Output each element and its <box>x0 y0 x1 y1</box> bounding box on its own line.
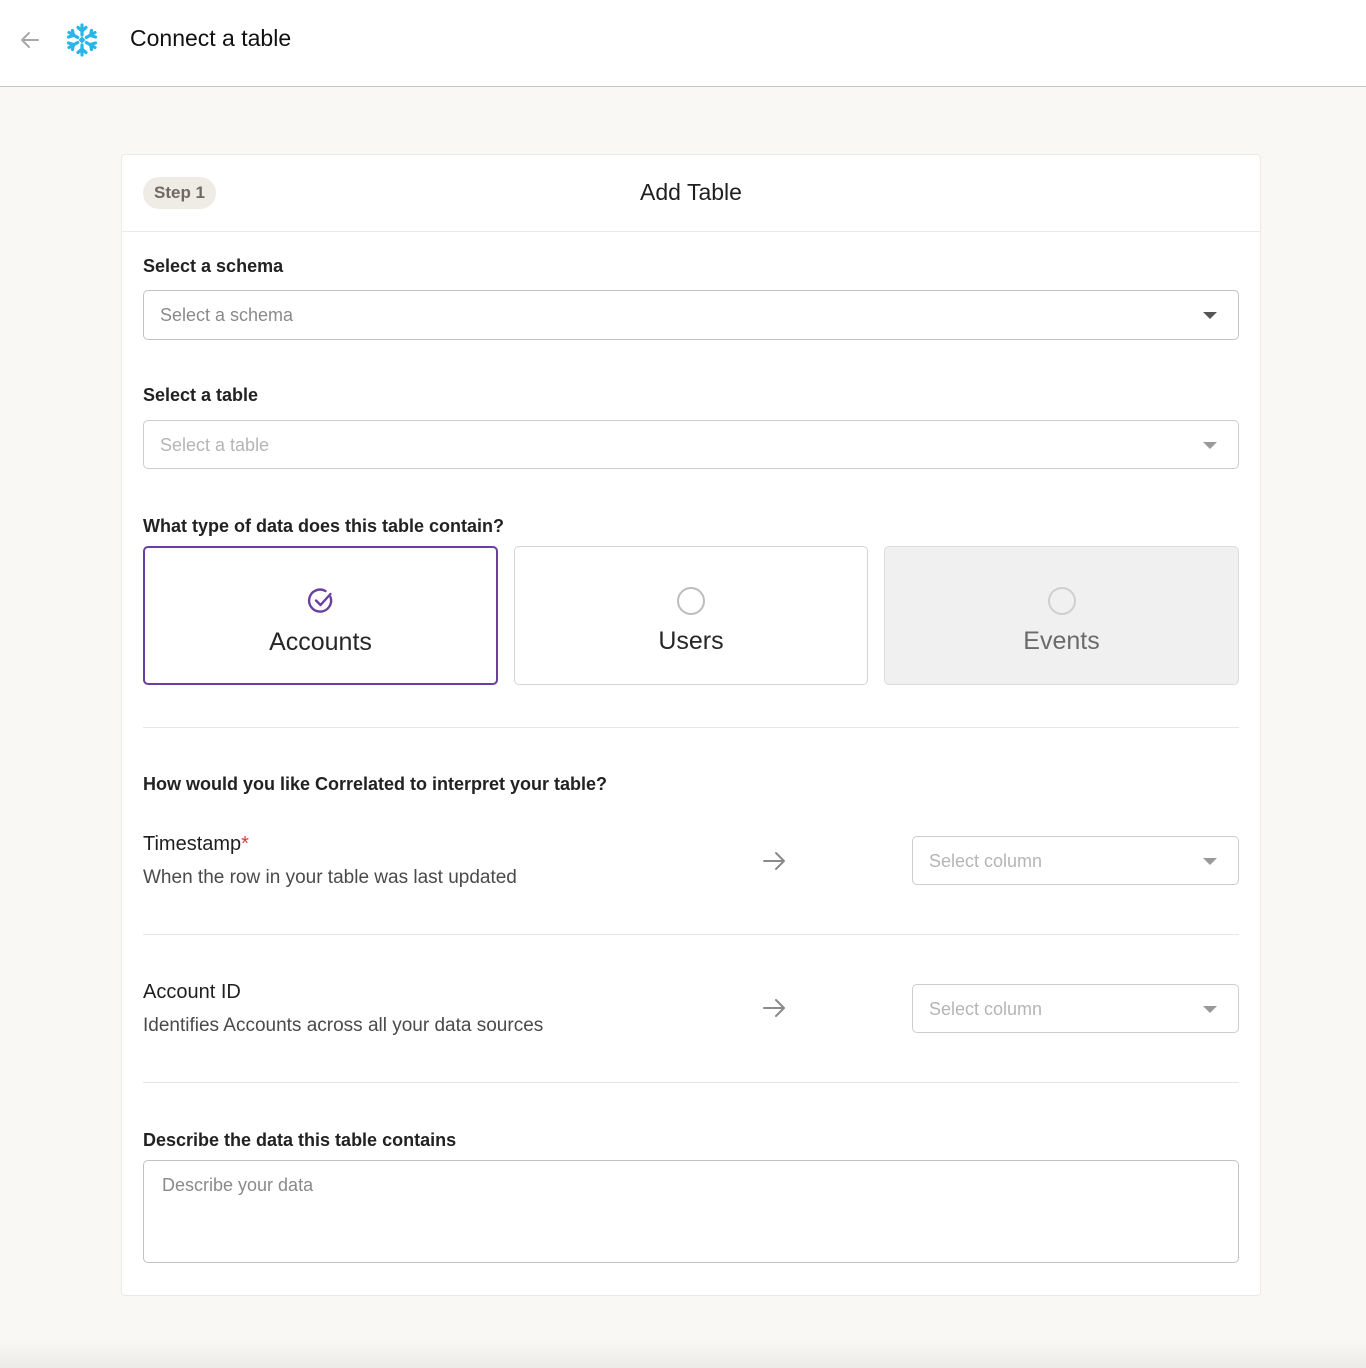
snowflake-icon <box>66 23 98 57</box>
account-id-title: Account ID <box>143 981 241 1003</box>
section-divider <box>143 727 1239 728</box>
timestamp-column-placeholder: Select column <box>929 851 1043 871</box>
describe-label: Describe the data this table contains <box>143 1130 457 1150</box>
data-type-option-label: Users <box>658 627 724 655</box>
data-type-question: What type of data does this table contai… <box>143 516 505 536</box>
caret-down-icon <box>1203 858 1217 865</box>
add-table-card: Step 1 Add Table Select a schema Select … <box>121 154 1261 1296</box>
interpret-question: How would you like Correlated to interpr… <box>143 774 608 794</box>
schema-select[interactable]: Select a schema <box>143 290 1239 340</box>
card-header: Step 1 Add Table <box>122 155 1260 232</box>
data-type-option-label: Accounts <box>269 628 372 656</box>
top-bar: Connect a table <box>0 0 1366 87</box>
describe-placeholder: Describe your data <box>162 1175 314 1195</box>
required-marker: * <box>241 833 249 855</box>
describe-textarea[interactable]: Describe your data <box>143 1160 1239 1263</box>
arrow-right-icon <box>763 999 785 1017</box>
timestamp-title-text: Timestamp <box>143 833 242 855</box>
back-button[interactable] <box>14 24 46 56</box>
table-label: Select a table <box>143 385 259 405</box>
data-type-option-label: Events <box>1023 627 1100 655</box>
caret-down-icon <box>1203 442 1217 449</box>
data-type-option-events[interactable]: Events <box>884 546 1239 685</box>
data-type-option-accounts[interactable]: Accounts <box>143 546 498 685</box>
section-divider <box>143 934 1239 935</box>
schema-label: Select a schema <box>143 256 284 276</box>
data-type-option-users[interactable]: Users <box>514 546 868 685</box>
arrow-left-icon <box>21 32 39 48</box>
page-title: Connect a table <box>130 25 292 51</box>
section-divider <box>143 1082 1239 1083</box>
table-select[interactable]: Select a table <box>143 420 1239 469</box>
caret-down-icon <box>1203 312 1217 319</box>
account-id-column-placeholder: Select column <box>929 999 1043 1019</box>
table-select-placeholder: Select a table <box>160 435 270 455</box>
card-title: Add Table <box>640 179 742 205</box>
schema-select-placeholder: Select a schema <box>160 305 294 325</box>
bottom-shade <box>0 1340 1366 1368</box>
caret-down-icon <box>1203 1006 1217 1013</box>
arrow-right-icon <box>763 852 785 870</box>
account-id-column-select[interactable]: Select column <box>912 984 1239 1033</box>
timestamp-title: Timestamp* <box>143 833 249 856</box>
timestamp-column-select[interactable]: Select column <box>912 836 1239 885</box>
radio-icon <box>1047 587 1076 615</box>
timestamp-description: When the row in your table was last upda… <box>143 867 517 888</box>
radio-icon <box>677 587 705 615</box>
account-id-description: Identifies Accounts across all your data… <box>143 1015 544 1036</box>
check-circle-icon <box>307 588 332 613</box>
